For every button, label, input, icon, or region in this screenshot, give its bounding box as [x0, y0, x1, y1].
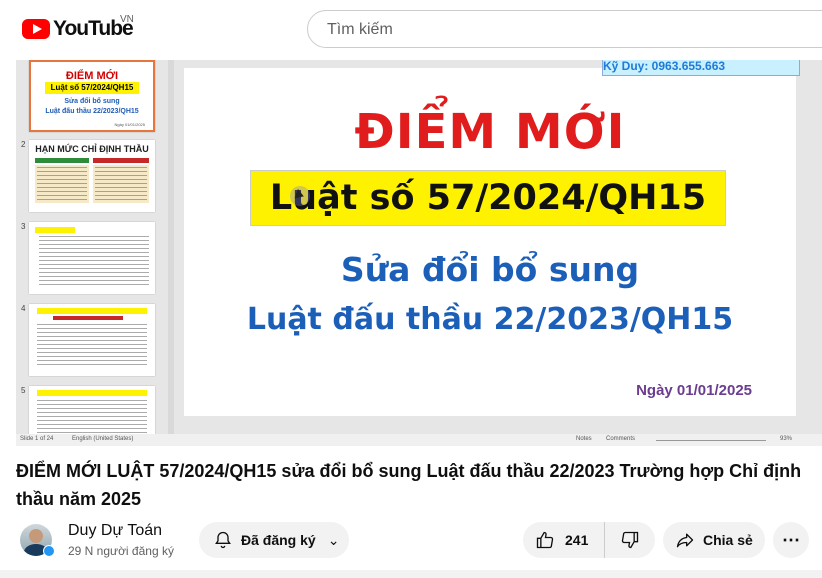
slide-thumbnails-pane: ĐIỂM MỚI Luật số 57/2024/QH15 Sửa đổi bổ… [16, 60, 171, 446]
more-icon: ⋯ [782, 529, 800, 550]
thumb1-law: Luật số 57/2024/QH15 [45, 82, 139, 94]
like-count: 241 [565, 532, 589, 548]
powerpoint-status-bar: Slide 1 of 24 English (United States) No… [16, 434, 822, 446]
slide-number-3: 3 [21, 222, 26, 231]
more-actions-button[interactable]: ⋯ [773, 522, 809, 558]
slide-title: ĐIỂM MỚI [354, 104, 626, 160]
chevron-down-icon: ⌄ [327, 531, 340, 548]
like-dislike-group: 241 [523, 522, 655, 558]
slide-number-5: 5 [21, 386, 26, 395]
slide-subtitle-2: Luật đấu thầu 22/2023/QH15 [246, 302, 734, 337]
slide-date: Ngày 01/01/2025 [636, 382, 752, 399]
thumb1-title: ĐIỂM MỚI [65, 70, 119, 82]
zoom-slider[interactable] [656, 440, 766, 441]
thumb4-subheading [53, 316, 123, 320]
subscribe-button[interactable]: Đã đăng ký ⌄ [199, 522, 349, 558]
comments-button[interactable]: Comments [606, 436, 635, 442]
mouse-cursor-icon [290, 186, 310, 206]
current-slide[interactable]: Kỹ Duy: 0963.655.663 ĐIỂM MỚI Luật số 57… [184, 60, 800, 416]
slide-contact-banner: Kỹ Duy: 0963.655.663 [602, 60, 800, 76]
slide-thumbnail-3[interactable] [29, 222, 155, 294]
share-label: Chia sẻ [703, 532, 753, 548]
slide-thumbnail-1[interactable]: ĐIỂM MỚI Luật số 57/2024/QH15 Sửa đổi bổ… [29, 60, 155, 132]
masthead: YouTube VN [0, 0, 822, 60]
thumb4-text [37, 324, 147, 368]
search-box[interactable] [307, 10, 822, 48]
video-title: ĐIỂM MỚI LUẬT 57/2024/QH15 sửa đổi bổ su… [16, 461, 802, 509]
subscribe-label: Đã đăng ký [241, 532, 316, 548]
thumb3-text [39, 236, 149, 286]
thumb1-date: Ngày 01/01/2025 [114, 122, 145, 127]
region-code: VN [120, 14, 134, 25]
youtube-play-icon [22, 19, 50, 39]
thumb2-title: HẠN MỨC CHỈ ĐỊNH THẦU [35, 144, 149, 154]
like-button[interactable]: 241 [523, 522, 605, 558]
notes-button[interactable]: Notes [576, 436, 592, 442]
slide-subtitle-1: Sửa đổi bổ sung [340, 250, 640, 289]
slide-thumbnail-4[interactable] [29, 304, 155, 376]
dislike-button[interactable] [605, 522, 655, 558]
description-box-edge [0, 570, 822, 578]
thumb2-text-right [95, 167, 147, 201]
slide-thumbnail-2[interactable]: HẠN MỨC CHỈ ĐỊNH THẦU [29, 140, 155, 212]
thumb4-heading [37, 308, 147, 314]
thumb1-line1: Sửa đổi bổ sung [64, 98, 120, 105]
search-input[interactable] [325, 20, 809, 40]
share-button[interactable]: Chia sẻ [663, 522, 765, 558]
thumb2-header-right [93, 158, 149, 163]
thumb3-heading [35, 227, 75, 233]
thumb2-header-left [35, 158, 89, 163]
thumbs-up-icon [536, 531, 554, 549]
thumb2-text-left [37, 167, 87, 201]
thumbs-down-icon [621, 531, 639, 549]
language-status: English (United States) [72, 436, 134, 442]
thumb1-line2: Luật đấu thầu 22/2023/QH15 [45, 108, 139, 115]
slide-count: Slide 1 of 24 [20, 436, 54, 442]
verified-badge-icon [43, 545, 55, 557]
slide-editor-area: Kỹ Duy: 0963.655.663 ĐIỂM MỚI Luật số 57… [174, 60, 814, 434]
thumb5-heading [37, 390, 147, 396]
slide-number-4: 4 [21, 304, 26, 313]
channel-name[interactable]: Duy Dự Toán [68, 522, 162, 540]
video-player[interactable]: ĐIỂM MỚI Luật số 57/2024/QH15 Sửa đổi bổ… [16, 60, 822, 446]
slide-law-number: Luật số 57/2024/QH15 [250, 170, 726, 226]
bell-icon [215, 531, 231, 549]
subscriber-count: 29 N người đăng ký [68, 544, 174, 558]
zoom-level: 93% [780, 436, 793, 442]
share-icon [676, 533, 694, 548]
slide-number-2: 2 [21, 140, 26, 149]
youtube-logo[interactable]: YouTube [22, 17, 134, 41]
